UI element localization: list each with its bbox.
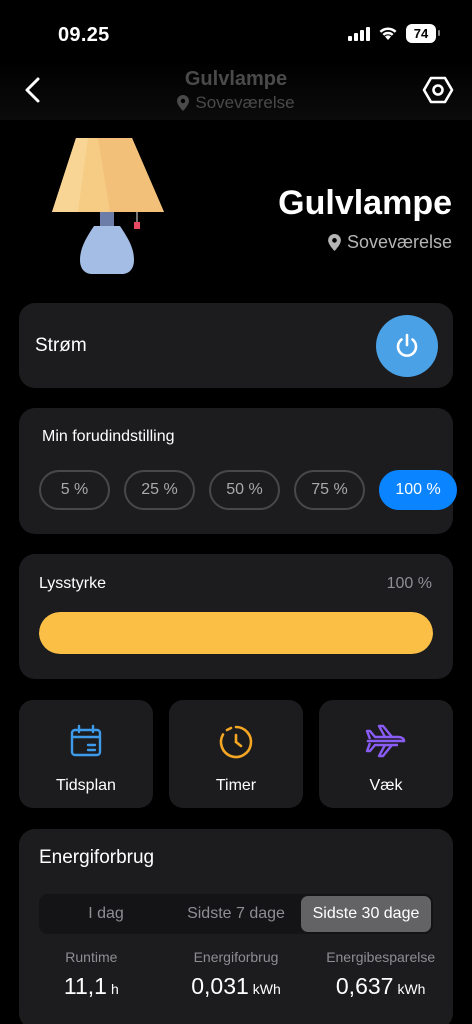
- tab-last-7-days[interactable]: Sidste 7 dage: [171, 896, 301, 932]
- battery-indicator: 74: [406, 24, 440, 43]
- preset-chip-75[interactable]: 75 %: [294, 470, 365, 510]
- status-time: 09.25: [58, 24, 110, 46]
- device-hero: Gulvlampe Soveværelse: [0, 120, 472, 290]
- hexagon-settings-icon[interactable]: [422, 74, 454, 106]
- timer-label: Timer: [215, 777, 257, 794]
- stat-value: 0,637: [335, 973, 394, 999]
- energy-card: Energiforbrug I dag Sidste 7 dage Sidste…: [19, 829, 453, 1024]
- stat-label: Runtime: [65, 949, 118, 965]
- stat-energy-savings: Energibesparelse 0,637 kWh: [308, 949, 453, 1000]
- energy-period-selector: I dag Sidste 7 dage Sidste 30 dage: [39, 894, 433, 934]
- calendar-icon: [70, 724, 102, 757]
- wifi-icon: [379, 27, 397, 40]
- brightness-label: Lysstyrke: [39, 575, 106, 592]
- brightness-value: 100 %: [386, 575, 432, 592]
- power-button[interactable]: [376, 315, 438, 377]
- stat-value: 11,1: [63, 973, 107, 999]
- device-room-label: Soveværelse: [346, 232, 452, 252]
- nav-title: Gulvlampe: [184, 68, 288, 90]
- stat-value: 0,031: [191, 973, 249, 999]
- status-icons: 74: [348, 24, 440, 43]
- device-room: Soveværelse: [328, 232, 452, 253]
- device-name: Gulvlampe: [278, 184, 452, 222]
- preset-card: Min forudindstilling 5 % 25 % 50 % 75 % …: [19, 408, 457, 534]
- signal-icon: [348, 26, 370, 41]
- preset-chip-100[interactable]: 100 %: [379, 470, 457, 510]
- brightness-slider[interactable]: [39, 612, 433, 654]
- floor-lamp-image: [52, 138, 164, 274]
- preset-chip-25[interactable]: 25 %: [124, 470, 195, 510]
- nav-subtitle-label: Soveværelse: [195, 93, 295, 112]
- power-label: Strøm: [35, 335, 87, 356]
- timer-tile[interactable]: Timer: [169, 700, 303, 808]
- nav-subtitle: Soveværelse: [177, 93, 295, 113]
- stat-label: Energiforbrug: [193, 949, 279, 965]
- preset-options: 5 % 25 % 50 % 75 % 100 %: [39, 470, 457, 510]
- schedule-label: Tidsplan: [56, 777, 116, 794]
- airplane-icon: [365, 724, 406, 758]
- tab-last-30-days[interactable]: Sidste 30 dage: [301, 896, 431, 932]
- away-tile[interactable]: Væk: [319, 700, 453, 808]
- brightness-card: Lysstyrke 100 %: [19, 554, 453, 679]
- power-icon: [396, 333, 418, 357]
- energy-title: Energiforbrug: [39, 847, 155, 868]
- nav-bar: Gulvlampe Soveværelse: [0, 60, 472, 120]
- stat-unit: kWh: [397, 981, 426, 997]
- nav-title-block: Gulvlampe Soveværelse: [0, 68, 472, 116]
- preset-title: Min forudindstilling: [42, 428, 175, 445]
- away-label: Væk: [369, 777, 403, 794]
- stat-unit: h: [110, 981, 119, 997]
- schedule-tile[interactable]: Tidsplan: [19, 700, 153, 808]
- preset-chip-50[interactable]: 50 %: [209, 470, 280, 510]
- location-pin-icon: [177, 95, 190, 111]
- stat-runtime: Runtime 11,1 h: [19, 949, 164, 1000]
- tab-today[interactable]: I dag: [41, 896, 171, 932]
- stat-label: Energibesparelse: [326, 949, 436, 965]
- preset-chip-5[interactable]: 5 %: [39, 470, 110, 510]
- stat-energy-usage: Energiforbrug 0,031 kWh: [164, 949, 309, 1000]
- stat-unit: kWh: [252, 981, 281, 997]
- location-pin-icon: [328, 234, 341, 251]
- clock-icon: [219, 725, 253, 759]
- energy-stats: Runtime 11,1 h Energiforbrug 0,031 kWh Ene…: [19, 949, 453, 1000]
- brightness-slider-fill: [39, 612, 433, 654]
- power-card: Strøm: [19, 303, 453, 388]
